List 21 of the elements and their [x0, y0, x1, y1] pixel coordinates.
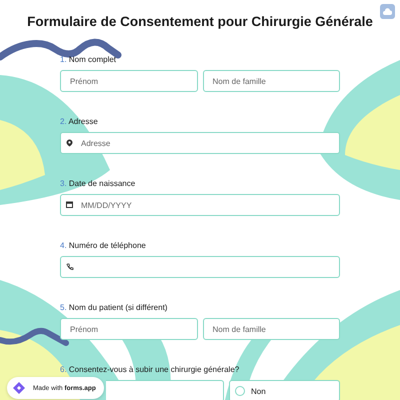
radio-option[interactable]: Non [229, 380, 340, 400]
form-title: Formulaire de Consentement pour Chirurgie Générale [26, 14, 374, 29]
question-label: 5. Nom du patient (si différent) [60, 303, 168, 313]
upload-button[interactable] [380, 4, 395, 19]
input-field[interactable]: Nom de famille [202, 70, 340, 92]
input-field[interactable]: Adresse [60, 132, 340, 154]
question-label: 6. Consentez-vous à subir une chirurgie générale? [60, 365, 240, 375]
question-label: 1. Nom complet [60, 55, 118, 65]
question-label: 3. Date de naissance [60, 179, 136, 189]
input-field[interactable]: Prénom [60, 70, 198, 92]
input-field[interactable]: MM/DD/YYYY [60, 194, 340, 216]
input-field[interactable]: Prénom [60, 318, 198, 340]
question-label: 2. Adresse [60, 117, 99, 127]
radio-button[interactable] [235, 386, 245, 396]
logo-icon [11, 380, 27, 396]
input-field[interactable] [60, 256, 340, 278]
cloud-icon [383, 8, 392, 15]
question-label: 4. Numéro de téléphone [60, 241, 147, 251]
radio-option[interactable] [106, 380, 224, 400]
squiggle-line [0, 328, 69, 346]
input-field[interactable]: Nom de famille [202, 318, 340, 340]
